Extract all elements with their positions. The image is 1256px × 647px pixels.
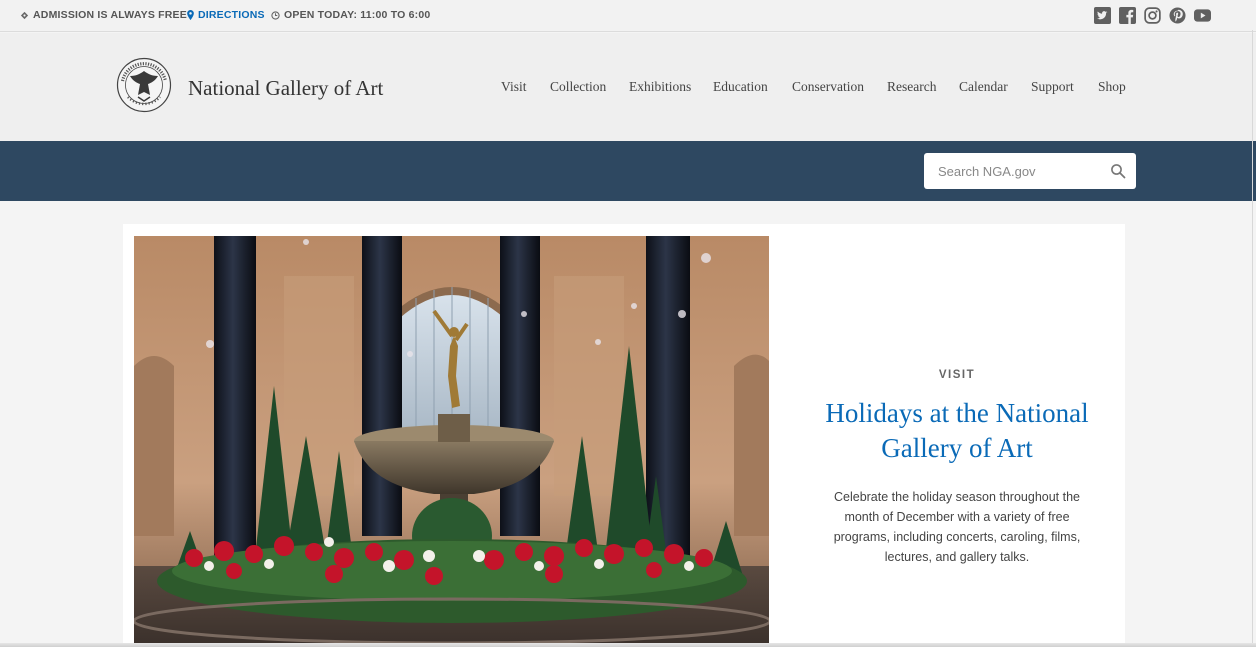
- map-pin-icon: [187, 10, 194, 20]
- pinterest-icon[interactable]: [1169, 7, 1186, 24]
- social-links: [1094, 7, 1211, 24]
- nav-item-research[interactable]: Research: [887, 79, 936, 95]
- nav-item-visit[interactable]: Visit: [501, 79, 526, 95]
- twitter-icon[interactable]: [1094, 7, 1111, 24]
- site-title[interactable]: National Gallery of Art: [188, 76, 383, 101]
- nav-item-shop[interactable]: Shop: [1098, 79, 1126, 95]
- feature-card: VISIT Holidays at the National Gallery o…: [123, 224, 1125, 647]
- site-header: National Gallery of Art Visit Collection…: [0, 33, 1256, 141]
- rotunda-fountain-image: [134, 236, 769, 647]
- nav-item-calendar[interactable]: Calendar: [959, 79, 1008, 95]
- hero-image[interactable]: [134, 236, 769, 647]
- window-bottom-edge: [0, 643, 1256, 647]
- hours-notice: OPEN TODAY: 11:00 TO 6:00: [271, 9, 430, 21]
- instagram-icon[interactable]: [1144, 7, 1161, 24]
- search-icon[interactable]: [1110, 163, 1126, 179]
- nga-seal-logo[interactable]: [116, 57, 172, 113]
- nav-item-education[interactable]: Education: [713, 79, 768, 95]
- admission-text: ADMISSION IS ALWAYS FREE: [33, 9, 187, 21]
- ticket-icon: [20, 11, 29, 19]
- nav-item-exhibitions[interactable]: Exhibitions: [629, 79, 691, 95]
- search-input[interactable]: [924, 153, 1104, 189]
- search-box: [924, 153, 1136, 189]
- feature-description: Celebrate the holiday season throughout …: [833, 490, 1081, 564]
- clock-icon: [271, 10, 280, 20]
- facebook-icon[interactable]: [1119, 7, 1136, 24]
- feature-eyebrow: VISIT: [938, 369, 976, 381]
- directions-link[interactable]: DIRECTIONS: [187, 9, 265, 21]
- nav-item-conservation[interactable]: Conservation: [792, 79, 864, 95]
- window-edge: [1252, 30, 1253, 647]
- admission-notice: ADMISSION IS ALWAYS FREE: [20, 9, 187, 21]
- search-band: [0, 141, 1256, 201]
- utility-bar: ADMISSION IS ALWAYS FREE DIRECTIONS OPEN…: [0, 0, 1256, 32]
- directions-text: DIRECTIONS: [198, 9, 265, 21]
- feature-headline[interactable]: Holidays at the National Gallery of Art: [813, 396, 1101, 466]
- nav-item-support[interactable]: Support: [1031, 79, 1074, 95]
- nav-item-collection[interactable]: Collection: [550, 79, 606, 95]
- youtube-icon[interactable]: [1194, 7, 1211, 24]
- hours-text: OPEN TODAY: 11:00 TO 6:00: [284, 9, 431, 21]
